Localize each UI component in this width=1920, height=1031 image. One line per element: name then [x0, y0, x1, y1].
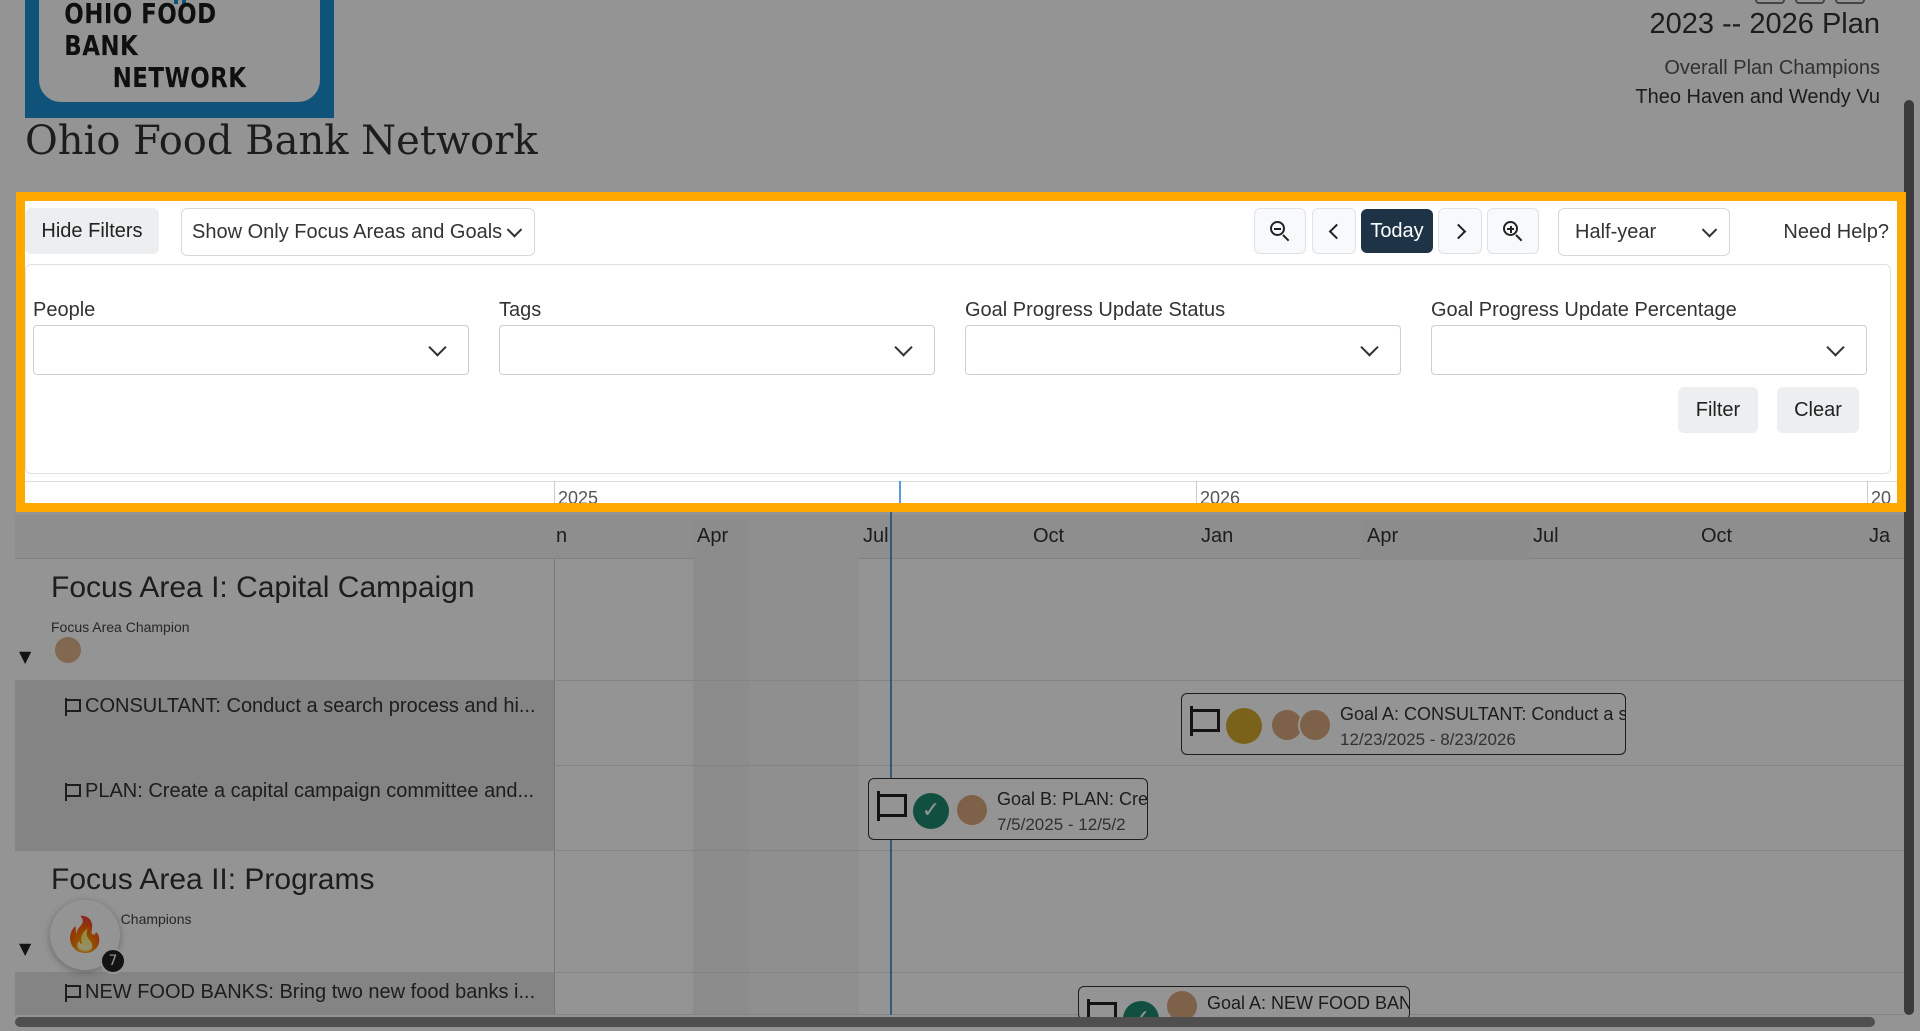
filter-card: People Tags Goal Progress Update Status …	[25, 264, 1891, 474]
zoom-out-button[interactable]	[1254, 208, 1306, 254]
view-mode-value: Show Only Focus Areas and Goals	[192, 220, 503, 243]
time-scale-select[interactable]: Half-year	[1558, 208, 1730, 256]
today-marker-line	[899, 481, 901, 503]
filter-button[interactable]: Filter	[1678, 387, 1758, 433]
percentage-select[interactable]	[1431, 325, 1867, 375]
tags-label: Tags	[499, 299, 542, 321]
zoom-out-icon	[1270, 221, 1290, 242]
need-help-link[interactable]: Need Help?	[1783, 221, 1889, 244]
chevron-down-icon	[894, 338, 913, 357]
chevron-left-icon	[1328, 223, 1344, 239]
zoom-in-icon	[1503, 221, 1523, 242]
divider	[1196, 481, 1197, 503]
people-select[interactable]	[33, 325, 469, 375]
tags-select[interactable]	[499, 325, 935, 375]
hide-filters-button[interactable]: Hide Filters	[25, 208, 159, 254]
clear-button[interactable]: Clear	[1777, 387, 1859, 433]
chevron-right-icon	[1450, 223, 1466, 239]
status-label: Goal Progress Update Status	[965, 299, 1226, 321]
gantt-toolbar: Hide Filters Show Only Focus Areas and G…	[25, 201, 1897, 269]
divider	[1867, 481, 1868, 503]
previous-button[interactable]	[1312, 208, 1356, 254]
view-mode-select[interactable]: Show Only Focus Areas and Goals	[181, 208, 535, 256]
status-select[interactable]	[965, 325, 1401, 375]
chevron-down-icon	[428, 338, 447, 357]
highlighted-filter-panel: Hide Filters Show Only Focus Areas and G…	[16, 192, 1906, 512]
today-button[interactable]: Today	[1361, 209, 1433, 253]
chevron-down-icon	[506, 222, 523, 238]
year-label: 20	[1871, 488, 1892, 508]
tour-overlay	[0, 0, 1920, 1031]
year-strip	[25, 481, 1897, 503]
chevron-down-icon	[1701, 222, 1718, 238]
zoom-in-button[interactable]	[1487, 208, 1539, 254]
chevron-down-icon	[1360, 338, 1379, 357]
percentage-label: Goal Progress Update Percentage	[1431, 299, 1737, 321]
year-label: 2025	[558, 488, 599, 508]
year-label: 2026	[1200, 488, 1241, 508]
time-scale-value: Half-year	[1575, 220, 1657, 243]
divider	[554, 481, 555, 503]
next-button[interactable]	[1438, 208, 1482, 254]
chevron-down-icon	[1826, 338, 1845, 357]
people-label: People	[33, 299, 96, 321]
